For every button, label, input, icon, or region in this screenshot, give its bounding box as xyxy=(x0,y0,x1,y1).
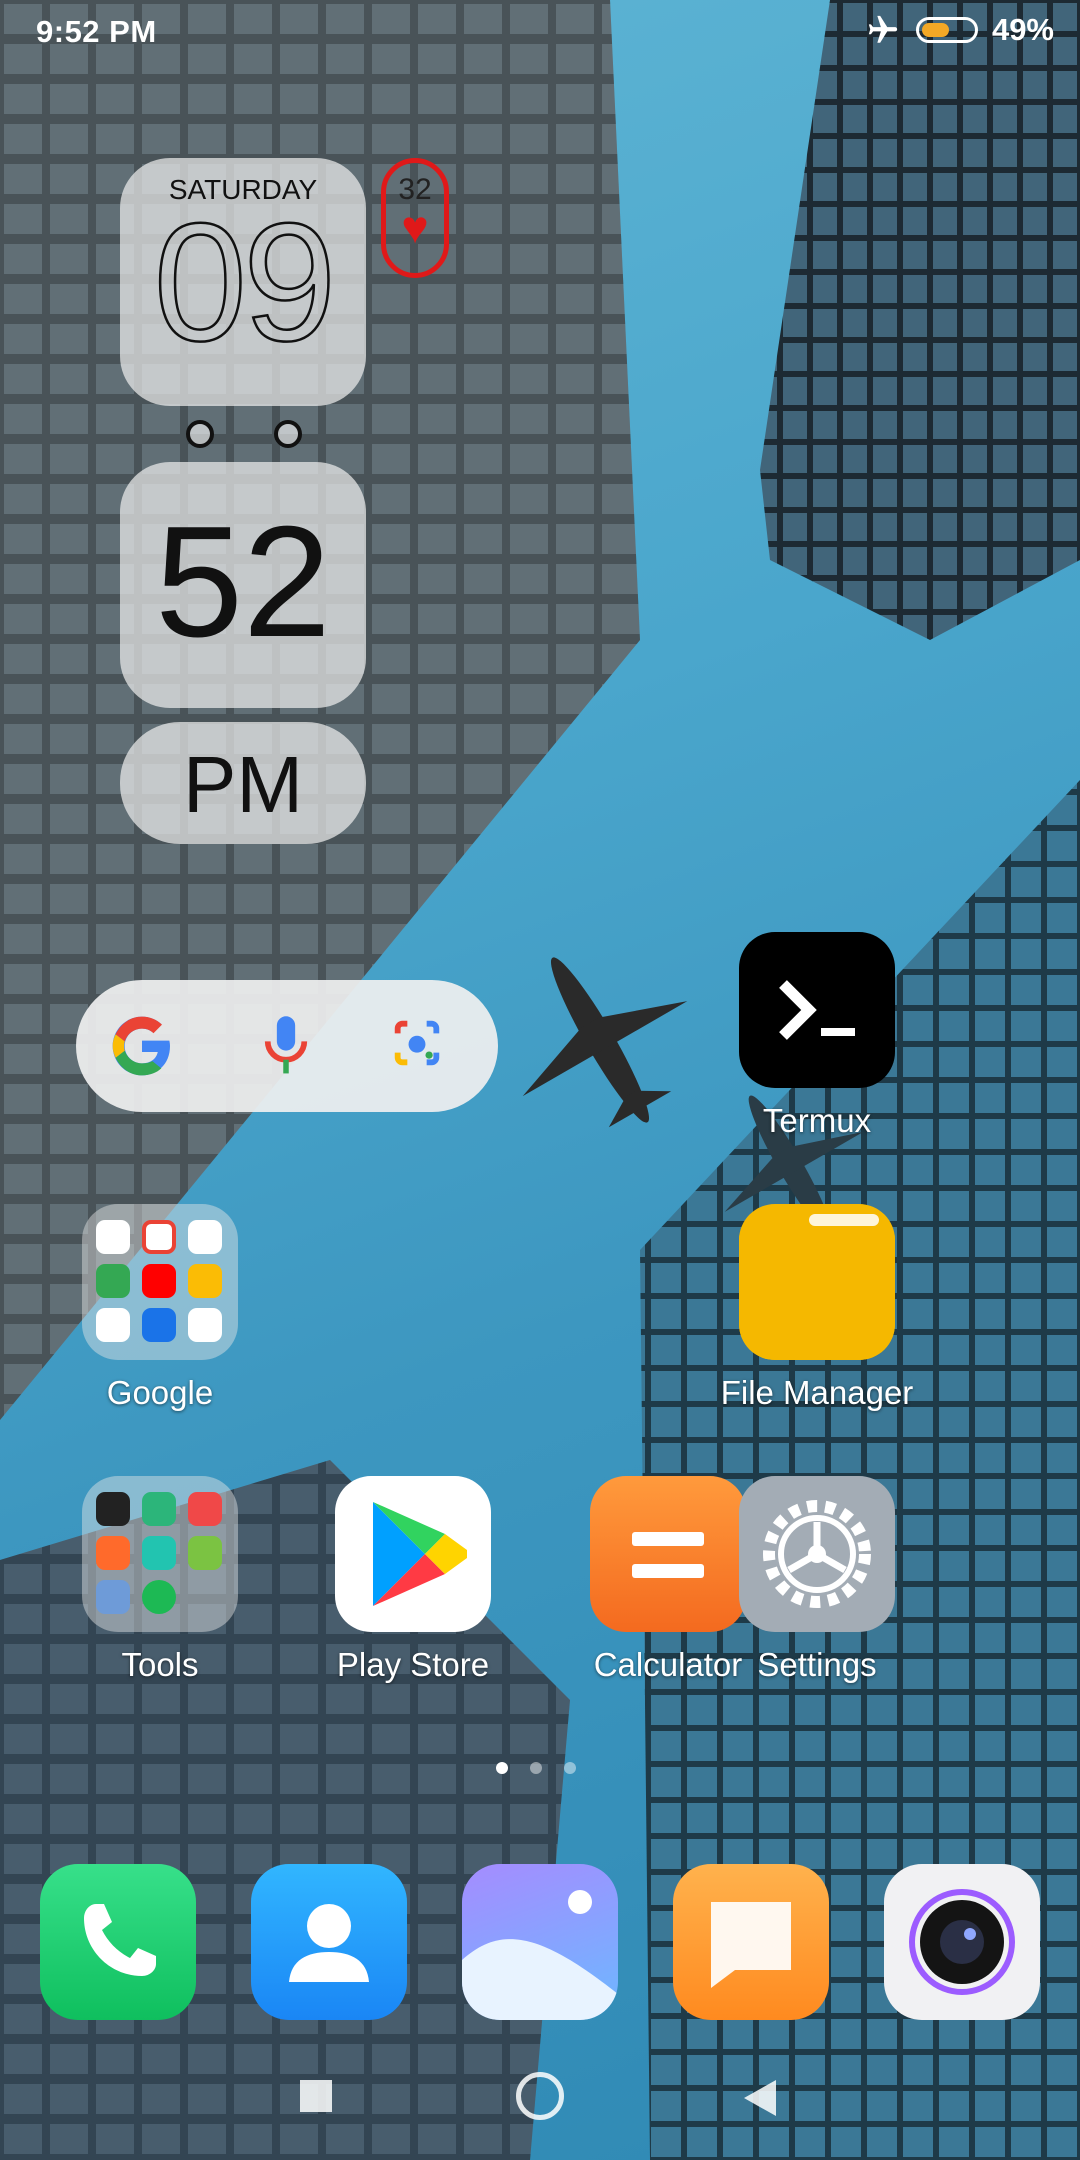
app-label: Play Store xyxy=(336,1646,490,1683)
hour-value: 09 xyxy=(152,188,337,376)
page-indicator xyxy=(496,1762,576,1774)
clock-ampm-tile[interactable]: PM xyxy=(120,722,366,844)
page-dot[interactable] xyxy=(564,1762,576,1774)
app-play-store[interactable]: Play Store xyxy=(308,1476,518,1684)
screen-recorder-icon xyxy=(96,1536,130,1570)
microphone-icon[interactable] xyxy=(258,1014,314,1078)
app-label: Settings xyxy=(757,1646,877,1683)
scanner-icon xyxy=(142,1536,176,1570)
play-store-icon xyxy=(335,1476,491,1632)
heart-icon: ♥ xyxy=(401,201,429,253)
camera-icon[interactable] xyxy=(884,1864,1040,2020)
play-movies-icon xyxy=(96,1308,130,1342)
recents-button[interactable] xyxy=(300,2080,332,2112)
clock-app-icon xyxy=(96,1492,130,1526)
tools-folder-icon xyxy=(82,1476,238,1632)
clock-minute-tile[interactable]: 52 xyxy=(120,462,366,708)
app-termux[interactable]: Termux xyxy=(712,932,922,1140)
phone-icon[interactable] xyxy=(40,1864,196,2020)
back-button[interactable] xyxy=(742,2078,778,2118)
youtube-icon xyxy=(142,1264,176,1298)
folder-tools[interactable]: Tools xyxy=(55,1476,265,1684)
page-dot[interactable] xyxy=(530,1762,542,1774)
page-dot[interactable] xyxy=(496,1762,508,1774)
home-button[interactable] xyxy=(516,2072,564,2120)
separator-dot xyxy=(274,420,302,448)
clock-day-tile[interactable]: SATURDAY 09 xyxy=(120,158,366,406)
google-folder-icon xyxy=(82,1204,238,1360)
google-lens-icon[interactable] xyxy=(388,1014,446,1072)
chrome-icon xyxy=(142,1220,176,1254)
google-search-widget[interactable] xyxy=(76,980,498,1112)
duo-icon xyxy=(142,1308,176,1342)
heart-rate-widget[interactable]: 32 ♥ xyxy=(381,158,449,278)
status-time: 9:52 PM xyxy=(36,14,157,49)
battery-percent: 49% xyxy=(991,12,1054,47)
messages-icon[interactable] xyxy=(673,1864,829,2020)
folder-icon xyxy=(739,1204,895,1360)
gmail-icon xyxy=(188,1220,222,1254)
spotify-icon xyxy=(142,1580,176,1614)
app-file-manager[interactable]: File Manager xyxy=(712,1204,922,1412)
minute-value: 52 xyxy=(155,494,331,670)
settings-gear-icon xyxy=(739,1476,895,1632)
recorder-icon xyxy=(188,1492,222,1526)
battery-icon xyxy=(915,17,978,43)
status-icons: 49% xyxy=(864,12,1054,48)
separator-dot xyxy=(186,420,214,448)
contacts-icon[interactable] xyxy=(251,1864,407,2020)
app-label: File Manager xyxy=(720,1374,914,1411)
app-label: Termux xyxy=(762,1102,872,1139)
drive-icon xyxy=(188,1264,222,1298)
app-label: Google xyxy=(106,1374,214,1411)
folder-google[interactable]: Google xyxy=(55,1204,265,1412)
ampm-value: PM xyxy=(183,740,303,829)
termux-icon xyxy=(739,932,895,1088)
navigation-bar xyxy=(0,2050,1080,2160)
app-label: Tools xyxy=(121,1646,199,1683)
airplane-mode-icon xyxy=(868,15,898,43)
google-app-icon xyxy=(96,1220,130,1254)
clock-separator xyxy=(186,420,302,448)
downloads-icon xyxy=(188,1536,222,1570)
app-settings[interactable]: Settings xyxy=(712,1476,922,1684)
maps-icon xyxy=(96,1264,130,1298)
notes-icon xyxy=(96,1580,130,1614)
status-bar: 9:52 PM 49% xyxy=(0,0,1080,70)
gallery-icon[interactable] xyxy=(462,1864,618,2020)
play-music-icon xyxy=(188,1308,222,1342)
google-logo-icon[interactable] xyxy=(110,1014,174,1078)
fm-radio-icon xyxy=(142,1492,176,1526)
